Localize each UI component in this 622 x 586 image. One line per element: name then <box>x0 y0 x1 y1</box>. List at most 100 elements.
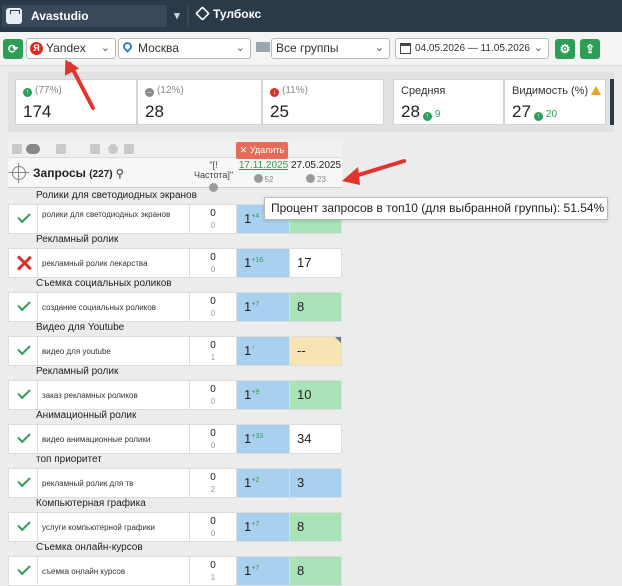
stat-card-down: ↓ (11%) 25 <box>262 79 384 125</box>
crosshair-icon[interactable] <box>9 163 29 183</box>
date-range-value: 04.05.2026 — 11.05.2026 <box>415 43 530 54</box>
keyword-cell[interactable]: заказ рекламных роликов <box>38 380 190 410</box>
stat-average-delta: ↑ 9 <box>422 109 440 121</box>
font-icon[interactable] <box>124 144 134 154</box>
stat-card-average: Средняя 28 ↑ 9 <box>393 79 504 125</box>
position-delta: +7 <box>251 301 260 308</box>
previous-position-cell[interactable]: 8 <box>290 512 342 542</box>
previous-position-cell[interactable]: 34 <box>290 424 342 454</box>
keyword-text: ролики для светодиодных экранов <box>42 210 171 219</box>
date-b-label[interactable]: 27.05.2025 <box>290 160 342 171</box>
check-icon <box>17 297 31 312</box>
status-cell <box>8 468 38 498</box>
sort-icon[interactable] <box>12 144 22 154</box>
frequency-cell: 02 <box>190 468 237 498</box>
delete-column-button[interactable]: ✕ Удалить <box>236 142 288 159</box>
table-row[interactable]: услуги компьютерной графики 0 0 1+7 8 <box>8 512 342 542</box>
arrow-up-icon: ↑ <box>533 112 543 121</box>
previous-position-cell[interactable]: 8 <box>290 292 342 322</box>
keyword-cell[interactable]: услуги компьютерной графики <box>38 512 190 542</box>
yandex-icon: Я <box>30 42 43 55</box>
keyword-cell[interactable]: ролики для светодиодных экранов <box>38 204 190 234</box>
project-name: Avastudio <box>31 9 89 23</box>
frequency-sub: 0 <box>210 265 216 274</box>
stat-card-visibility: Видимость (%) 27 ↑ 20 <box>504 79 606 125</box>
previous-position-cell[interactable]: -- <box>290 336 342 366</box>
toggle-icon[interactable] <box>26 144 40 154</box>
position-cell[interactable]: 1+16 <box>237 248 290 278</box>
previous-position-cell[interactable]: 8 <box>290 556 342 586</box>
table-row[interactable]: заказ рекламных роликов 0 0 1+9 10 <box>8 380 342 410</box>
chevron-down-icon: ⌄ <box>533 42 543 54</box>
group-select[interactable]: Все группы ⌄ <box>271 38 390 59</box>
check-icon <box>17 341 31 356</box>
keyword-cell[interactable]: создание социальных роликов <box>38 292 190 322</box>
keyword-text: видео для youtube <box>42 347 111 356</box>
previous-position-value: 17 <box>297 255 312 270</box>
chevron-down-icon[interactable]: ▾ <box>167 5 187 27</box>
table-row[interactable]: рекламный ролик лекарства 0 0 1+16 17 <box>8 248 342 278</box>
position-cell[interactable]: 1↑ <box>237 336 290 366</box>
project-selector[interactable]: Avastudio ▾ <box>2 5 189 27</box>
queries-header: Запросы (227) ⚲ <box>33 166 124 180</box>
keyword-text: рекламный ролик лекарства <box>42 259 148 268</box>
status-cell <box>8 556 38 586</box>
previous-position-cell[interactable]: 17 <box>290 248 342 278</box>
cube-icon <box>195 6 210 21</box>
keyword-cell[interactable]: видео для youtube <box>38 336 190 366</box>
position-cell[interactable]: 1+7 <box>237 556 290 586</box>
keyword-cell[interactable]: съемка онлайн курсов <box>38 556 190 586</box>
keyword-cell[interactable]: рекламный ролик для тв <box>38 468 190 498</box>
position-delta: +16 <box>251 257 264 264</box>
region-select[interactable]: Москва ⌄ <box>118 38 251 59</box>
position-delta: +2 <box>251 477 260 484</box>
status-cell <box>8 248 38 278</box>
table-row[interactable]: рекламный ролик для тв 0 2 1+2 3 <box>8 468 342 498</box>
settings-button[interactable]: ⚙ <box>555 39 575 59</box>
position-cell[interactable]: 1+7 <box>237 292 290 322</box>
group-label: Видео для Youtube <box>36 322 125 333</box>
date-column-b[interactable]: 27.05.2025 23 <box>290 158 342 188</box>
date-a-label[interactable]: 17.11.2025 <box>237 160 290 171</box>
date-column-a[interactable]: 17.11.2025 52 <box>237 158 290 188</box>
table-row[interactable]: съемка онлайн курсов 0 1 1+7 8 <box>8 556 342 586</box>
toolbox-link[interactable]: Тулбокс <box>195 6 261 21</box>
table-row[interactable]: видео анимационные ролики 0 0 1+33 34 <box>8 424 342 454</box>
stat-average-title: Средняя <box>401 85 446 97</box>
position-cell[interactable]: 1+7 <box>237 512 290 542</box>
export-button[interactable]: ⇪ <box>580 39 600 59</box>
table-row[interactable]: создание социальных роликов 0 0 1+7 8 <box>8 292 342 322</box>
refresh-button[interactable]: ⟳ <box>3 39 23 59</box>
group-label: Рекламный ролик <box>36 234 119 245</box>
minus-icon: – <box>145 88 154 97</box>
chevron-down-icon: ⌄ <box>100 42 110 54</box>
stat-down-pct: ↓ (11%) <box>270 85 308 97</box>
frequency-header[interactable]: "[!Частота]" <box>190 160 237 193</box>
position-cell[interactable]: 1+33 <box>237 424 290 454</box>
frequency-cell: 00 <box>190 204 237 234</box>
date-range-picker[interactable]: 04.05.2026 — 11.05.2026 ⌄ <box>395 38 549 59</box>
keyword-cell[interactable]: рекламный ролик лекарства <box>38 248 190 278</box>
link-icon[interactable] <box>56 144 66 154</box>
group-label: Съемка социальных роликов <box>36 278 172 289</box>
position-delta: +9 <box>251 389 260 396</box>
previous-position-cell[interactable]: 3 <box>290 468 342 498</box>
position-cell[interactable]: 1+9 <box>237 380 290 410</box>
table-row[interactable]: видео для youtube 0 1 1↑ -- <box>8 336 342 366</box>
chevron-down-icon: ⌄ <box>235 42 245 54</box>
frequency-value: 0 <box>210 296 216 307</box>
table-icon[interactable] <box>90 144 100 154</box>
search-icon[interactable]: ⚲ <box>116 168 124 180</box>
group-label: Компьютерная графика <box>36 498 146 509</box>
keyword-cell[interactable]: видео анимационные ролики <box>38 424 190 454</box>
folder-icon <box>256 42 270 52</box>
previous-position-cell[interactable]: 10 <box>290 380 342 410</box>
frequency-cell: 00 <box>190 380 237 410</box>
keyword-text: видео анимационные ролики <box>42 435 151 444</box>
stat-down-value: 25 <box>270 102 289 121</box>
contrast-icon[interactable] <box>108 144 118 154</box>
status-cell <box>8 292 38 322</box>
frequency-sub: 0 <box>210 309 216 318</box>
position-delta: +7 <box>251 565 260 572</box>
position-cell[interactable]: 1+2 <box>237 468 290 498</box>
